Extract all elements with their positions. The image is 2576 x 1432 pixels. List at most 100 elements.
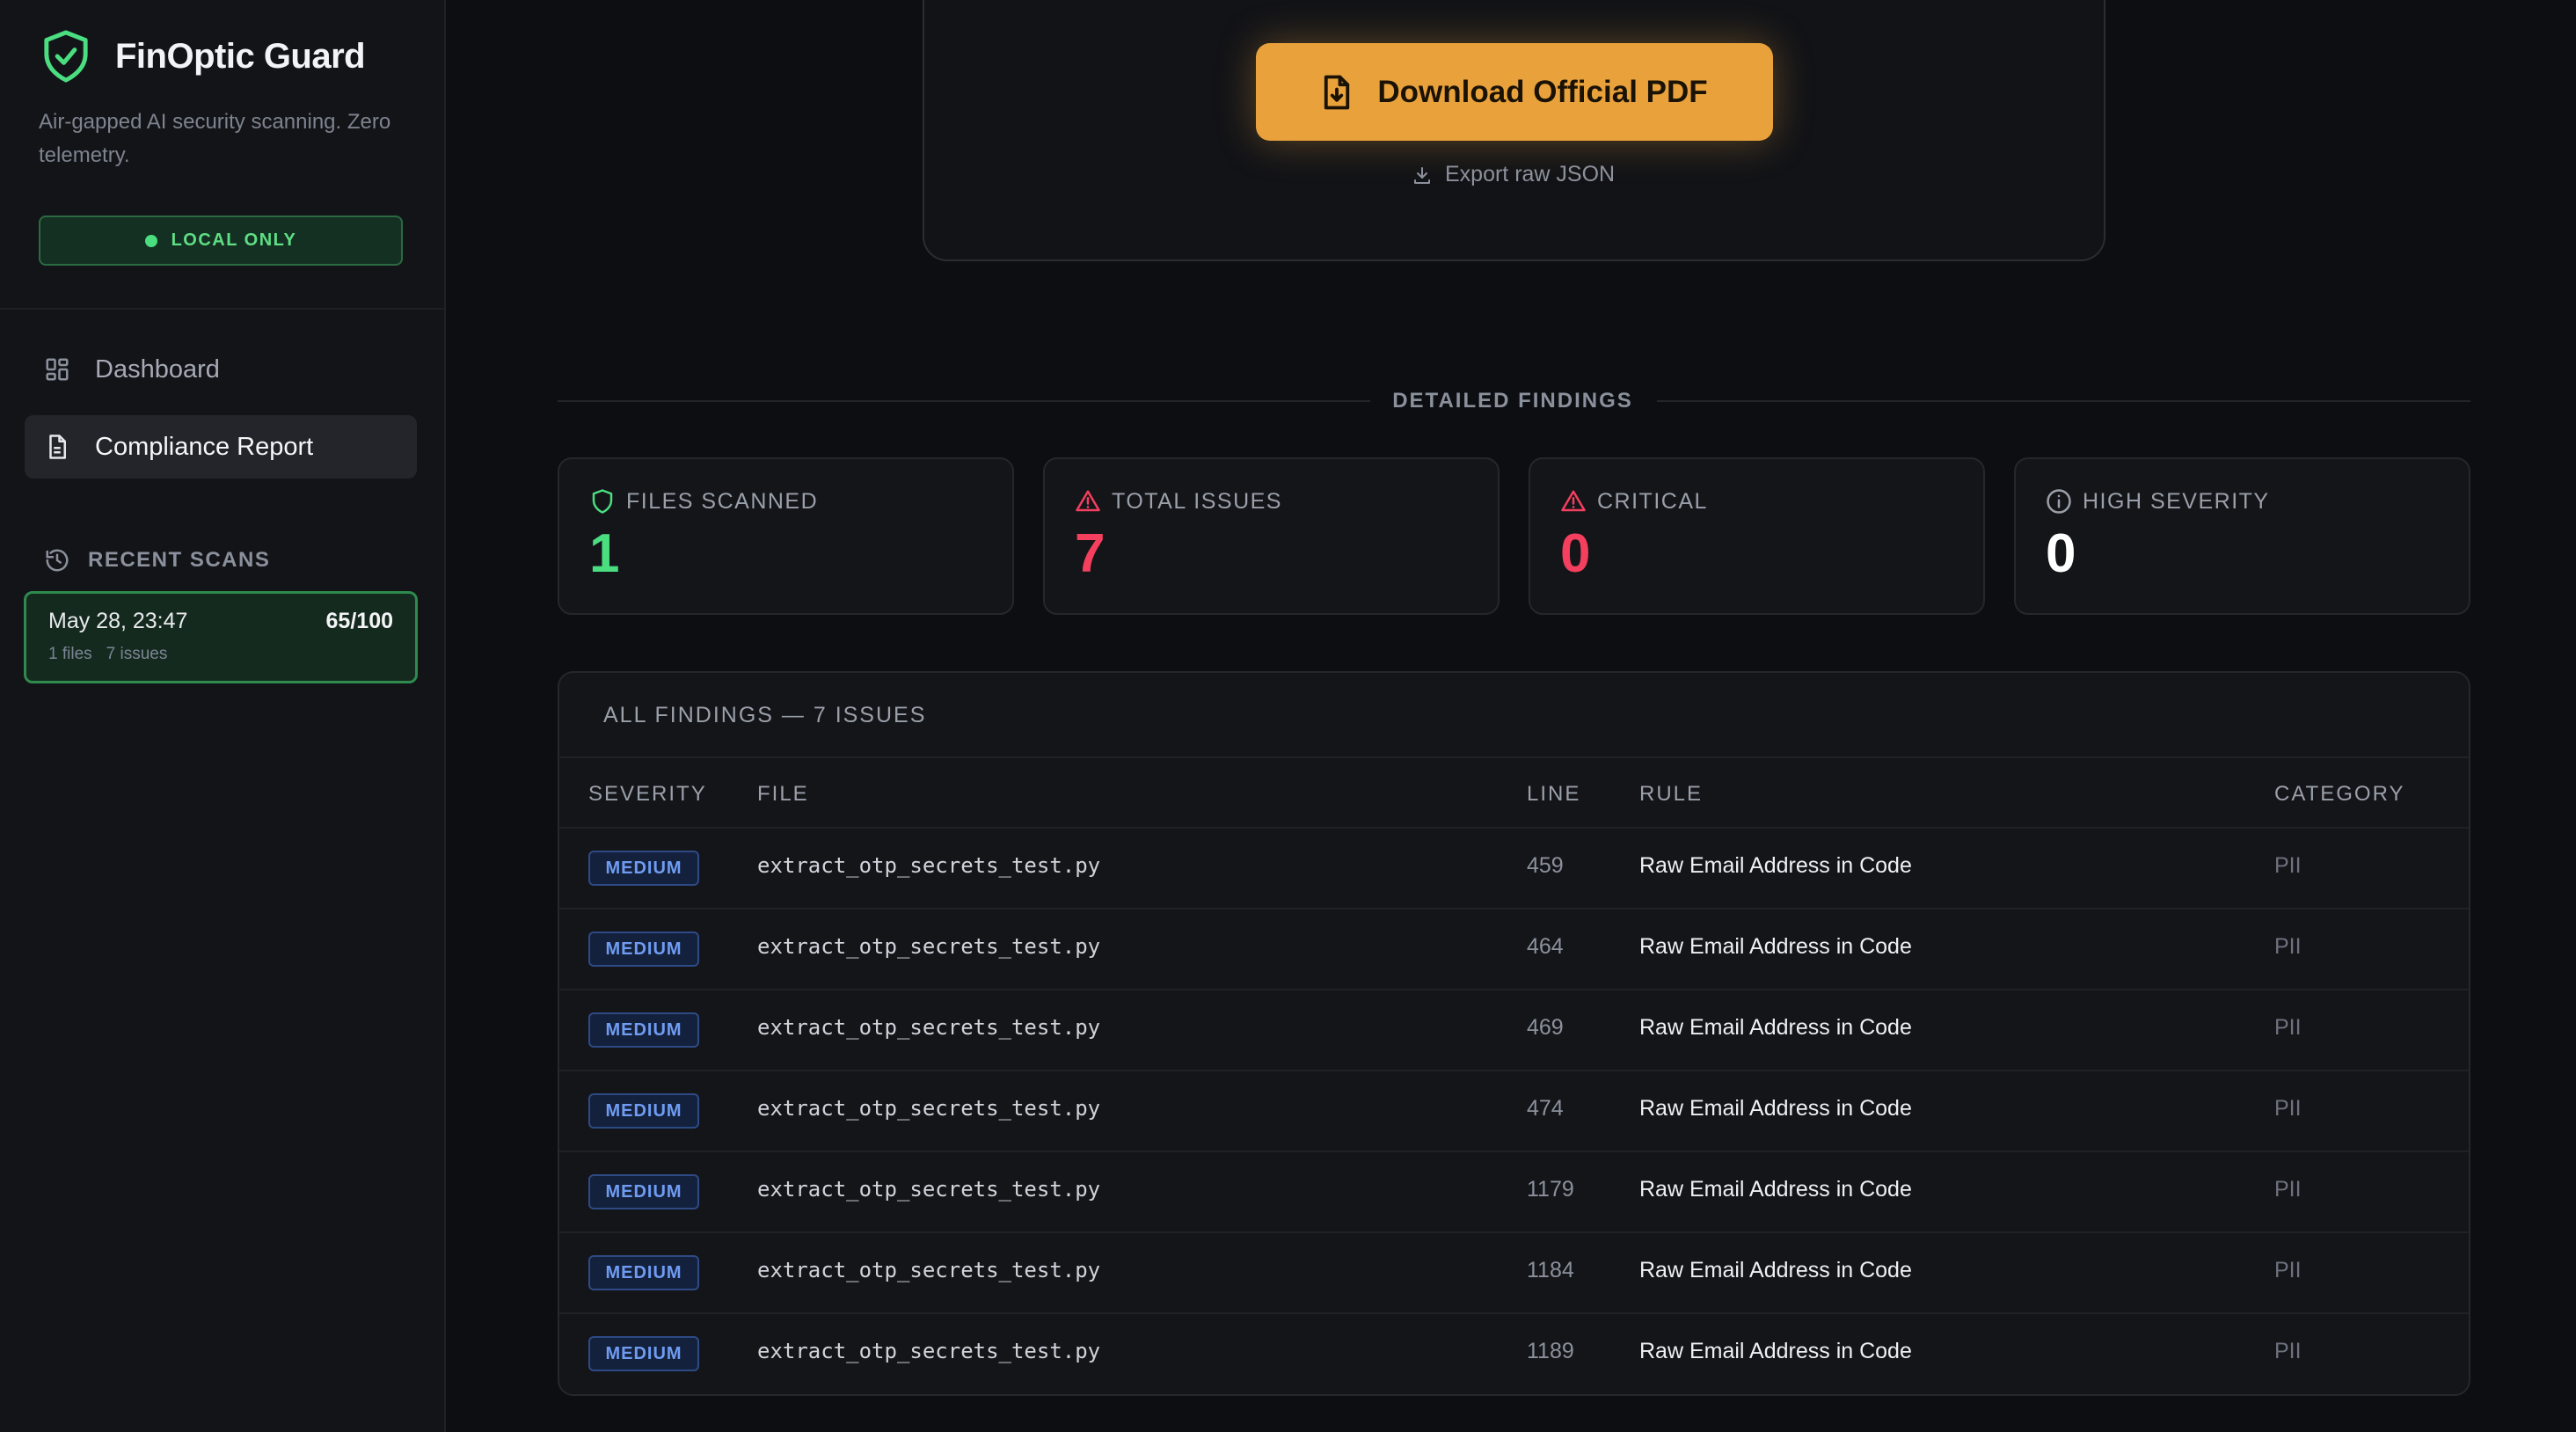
severity-badge: MEDIUM bbox=[588, 1255, 699, 1290]
file-cell: extract_otp_secrets_test.py bbox=[757, 1096, 1101, 1121]
severity-badge: MEDIUM bbox=[588, 1174, 699, 1209]
severity-badge: MEDIUM bbox=[588, 851, 699, 886]
app-tagline: Air-gapped AI security scanning. Zero te… bbox=[39, 110, 391, 167]
recent-scan-item[interactable]: May 28, 23:47 65/100 1 files 7 issues bbox=[24, 591, 418, 683]
findings-title: ALL FINDINGS — 7 ISSUES bbox=[603, 703, 927, 727]
export-json-label: Export raw JSON bbox=[1445, 162, 1616, 186]
stat-label: CRITICAL bbox=[1597, 488, 1708, 514]
app-name: FinOptic Guard bbox=[115, 36, 366, 76]
rule-cell: Raw Email Address in Code bbox=[1639, 1258, 1912, 1282]
category-cell: PII bbox=[2274, 1096, 2302, 1121]
download-pdf-label: Download Official PDF bbox=[1377, 74, 1708, 109]
rule-cell: Raw Email Address in Code bbox=[1639, 853, 1912, 878]
stat-value-critical: 0 bbox=[1560, 523, 1591, 584]
recent-scans-heading: RECENT SCANS bbox=[44, 547, 270, 574]
warning-icon bbox=[1561, 490, 1586, 512]
stat-value-files-scanned: 1 bbox=[589, 523, 620, 584]
column-header-category[interactable]: CATEGORY bbox=[2274, 782, 2405, 807]
table-row[interactable]: MEDIUM extract_otp_secrets_test.py 1179 … bbox=[559, 1151, 2469, 1231]
document-icon bbox=[49, 435, 66, 459]
scan-meta: 1 files 7 issues bbox=[48, 645, 167, 664]
severity-badge: MEDIUM bbox=[588, 1336, 699, 1371]
file-cell: extract_otp_secrets_test.py bbox=[757, 1258, 1101, 1282]
section-divider-right bbox=[1657, 400, 2470, 402]
category-cell: PII bbox=[2274, 934, 2302, 959]
shield-icon bbox=[592, 489, 613, 514]
nav-item-compliance-report[interactable]: Compliance Report bbox=[25, 415, 417, 479]
info-icon bbox=[2047, 489, 2071, 514]
stat-label: FILES SCANNED bbox=[626, 488, 819, 514]
stat-label-row: HIGH SEVERITY bbox=[2046, 488, 2270, 515]
rule-cell: Raw Email Address in Code bbox=[1639, 1339, 1912, 1363]
file-cell: extract_otp_secrets_test.py bbox=[757, 1015, 1101, 1040]
shield-check-icon bbox=[44, 30, 88, 83]
nav-item-dashboard[interactable]: Dashboard bbox=[25, 338, 417, 401]
category-cell: PII bbox=[2274, 1015, 2302, 1040]
stat-card-high-severity: HIGH SEVERITY 0 bbox=[2014, 457, 2470, 615]
line-cell: 1179 bbox=[1527, 1177, 1574, 1202]
status-dot-icon bbox=[144, 234, 157, 247]
stat-card-files-scanned: FILES SCANNED 1 bbox=[558, 457, 1014, 615]
download-pdf-button[interactable]: Download Official PDF bbox=[1256, 43, 1773, 141]
table-row[interactable]: MEDIUM extract_otp_secrets_test.py 464 R… bbox=[559, 908, 2469, 989]
recent-scans-label: RECENT SCANS bbox=[88, 548, 271, 572]
sidebar: FinOptic Guard Air-gapped AI security sc… bbox=[0, 0, 446, 1432]
category-cell: PII bbox=[2274, 1177, 2302, 1202]
rule-cell: Raw Email Address in Code bbox=[1639, 1177, 1912, 1202]
severity-badge: MEDIUM bbox=[588, 932, 699, 967]
table-row[interactable]: MEDIUM extract_otp_secrets_test.py 469 R… bbox=[559, 989, 2469, 1070]
file-cell: extract_otp_secrets_test.py bbox=[757, 853, 1101, 878]
table-row[interactable]: MEDIUM extract_otp_secrets_test.py 1189 … bbox=[559, 1312, 2469, 1393]
column-header-file[interactable]: FILE bbox=[757, 782, 809, 807]
category-cell: PII bbox=[2274, 1258, 2302, 1282]
file-cell: extract_otp_secrets_test.py bbox=[757, 1339, 1101, 1363]
rule-cell: Raw Email Address in Code bbox=[1639, 934, 1912, 959]
nav-label-dashboard: Dashboard bbox=[95, 354, 220, 384]
line-cell: 474 bbox=[1527, 1096, 1564, 1121]
line-cell: 459 bbox=[1527, 853, 1564, 878]
line-cell: 1189 bbox=[1527, 1339, 1574, 1363]
stat-label-row: TOTAL ISSUES bbox=[1075, 488, 1282, 515]
scan-issues-count: 7 issues bbox=[106, 645, 168, 663]
stat-value-high-severity: 0 bbox=[2046, 523, 2076, 584]
line-cell: 1184 bbox=[1527, 1258, 1574, 1282]
section-divider-left bbox=[558, 400, 1370, 402]
table-row[interactable]: MEDIUM extract_otp_secrets_test.py 1184 … bbox=[559, 1231, 2469, 1312]
column-header-line[interactable]: LINE bbox=[1527, 782, 1580, 807]
grid-icon bbox=[46, 358, 69, 381]
brand[interactable]: FinOptic Guard bbox=[40, 28, 366, 84]
stat-label: TOTAL ISSUES bbox=[1112, 488, 1282, 514]
table-row[interactable]: MEDIUM extract_otp_secrets_test.py 474 R… bbox=[559, 1070, 2469, 1151]
file-cell: extract_otp_secrets_test.py bbox=[757, 934, 1101, 959]
column-header-rule[interactable]: RULE bbox=[1639, 782, 1703, 807]
rule-cell: Raw Email Address in Code bbox=[1639, 1096, 1912, 1121]
scan-score: 65/100 bbox=[325, 609, 393, 633]
findings-table: ALL FINDINGS — 7 ISSUES SEVERITY FILE LI… bbox=[558, 671, 2470, 1396]
scan-files-count: 1 files bbox=[48, 645, 92, 663]
stat-card-total-issues: TOTAL ISSUES 7 bbox=[1043, 457, 1500, 615]
warning-icon bbox=[1076, 490, 1100, 512]
scan-date: May 28, 23:47 bbox=[48, 609, 188, 633]
stat-value-total-issues: 7 bbox=[1075, 523, 1106, 584]
stat-label: HIGH SEVERITY bbox=[2083, 488, 2270, 514]
rule-cell: Raw Email Address in Code bbox=[1639, 1015, 1912, 1040]
history-icon bbox=[46, 549, 69, 572]
table-header: SEVERITY FILE LINE RULE CATEGORY bbox=[559, 758, 2469, 829]
column-header-severity[interactable]: SEVERITY bbox=[588, 782, 707, 807]
stat-label-row: CRITICAL bbox=[1560, 488, 1708, 515]
table-row[interactable]: MEDIUM extract_otp_secrets_test.py 459 R… bbox=[559, 827, 2469, 908]
local-only-label: LOCAL ONLY bbox=[171, 230, 297, 250]
line-cell: 469 bbox=[1527, 1015, 1564, 1040]
category-cell: PII bbox=[2274, 853, 2302, 878]
file-download-icon bbox=[1324, 75, 1350, 109]
sidebar-divider bbox=[0, 308, 444, 310]
category-cell: PII bbox=[2274, 1339, 2302, 1363]
nav-label-compliance-report: Compliance Report bbox=[95, 432, 314, 461]
stat-card-critical: CRITICAL 0 bbox=[1529, 457, 1985, 615]
stat-label-row: FILES SCANNED bbox=[589, 488, 818, 515]
file-cell: extract_otp_secrets_test.py bbox=[757, 1177, 1101, 1202]
detailed-findings-heading: DETAILED FINDINGS bbox=[1392, 389, 1633, 413]
line-cell: 464 bbox=[1527, 934, 1564, 959]
export-json-link[interactable]: Export raw JSON bbox=[1412, 162, 1615, 187]
severity-badge: MEDIUM bbox=[588, 1012, 699, 1048]
